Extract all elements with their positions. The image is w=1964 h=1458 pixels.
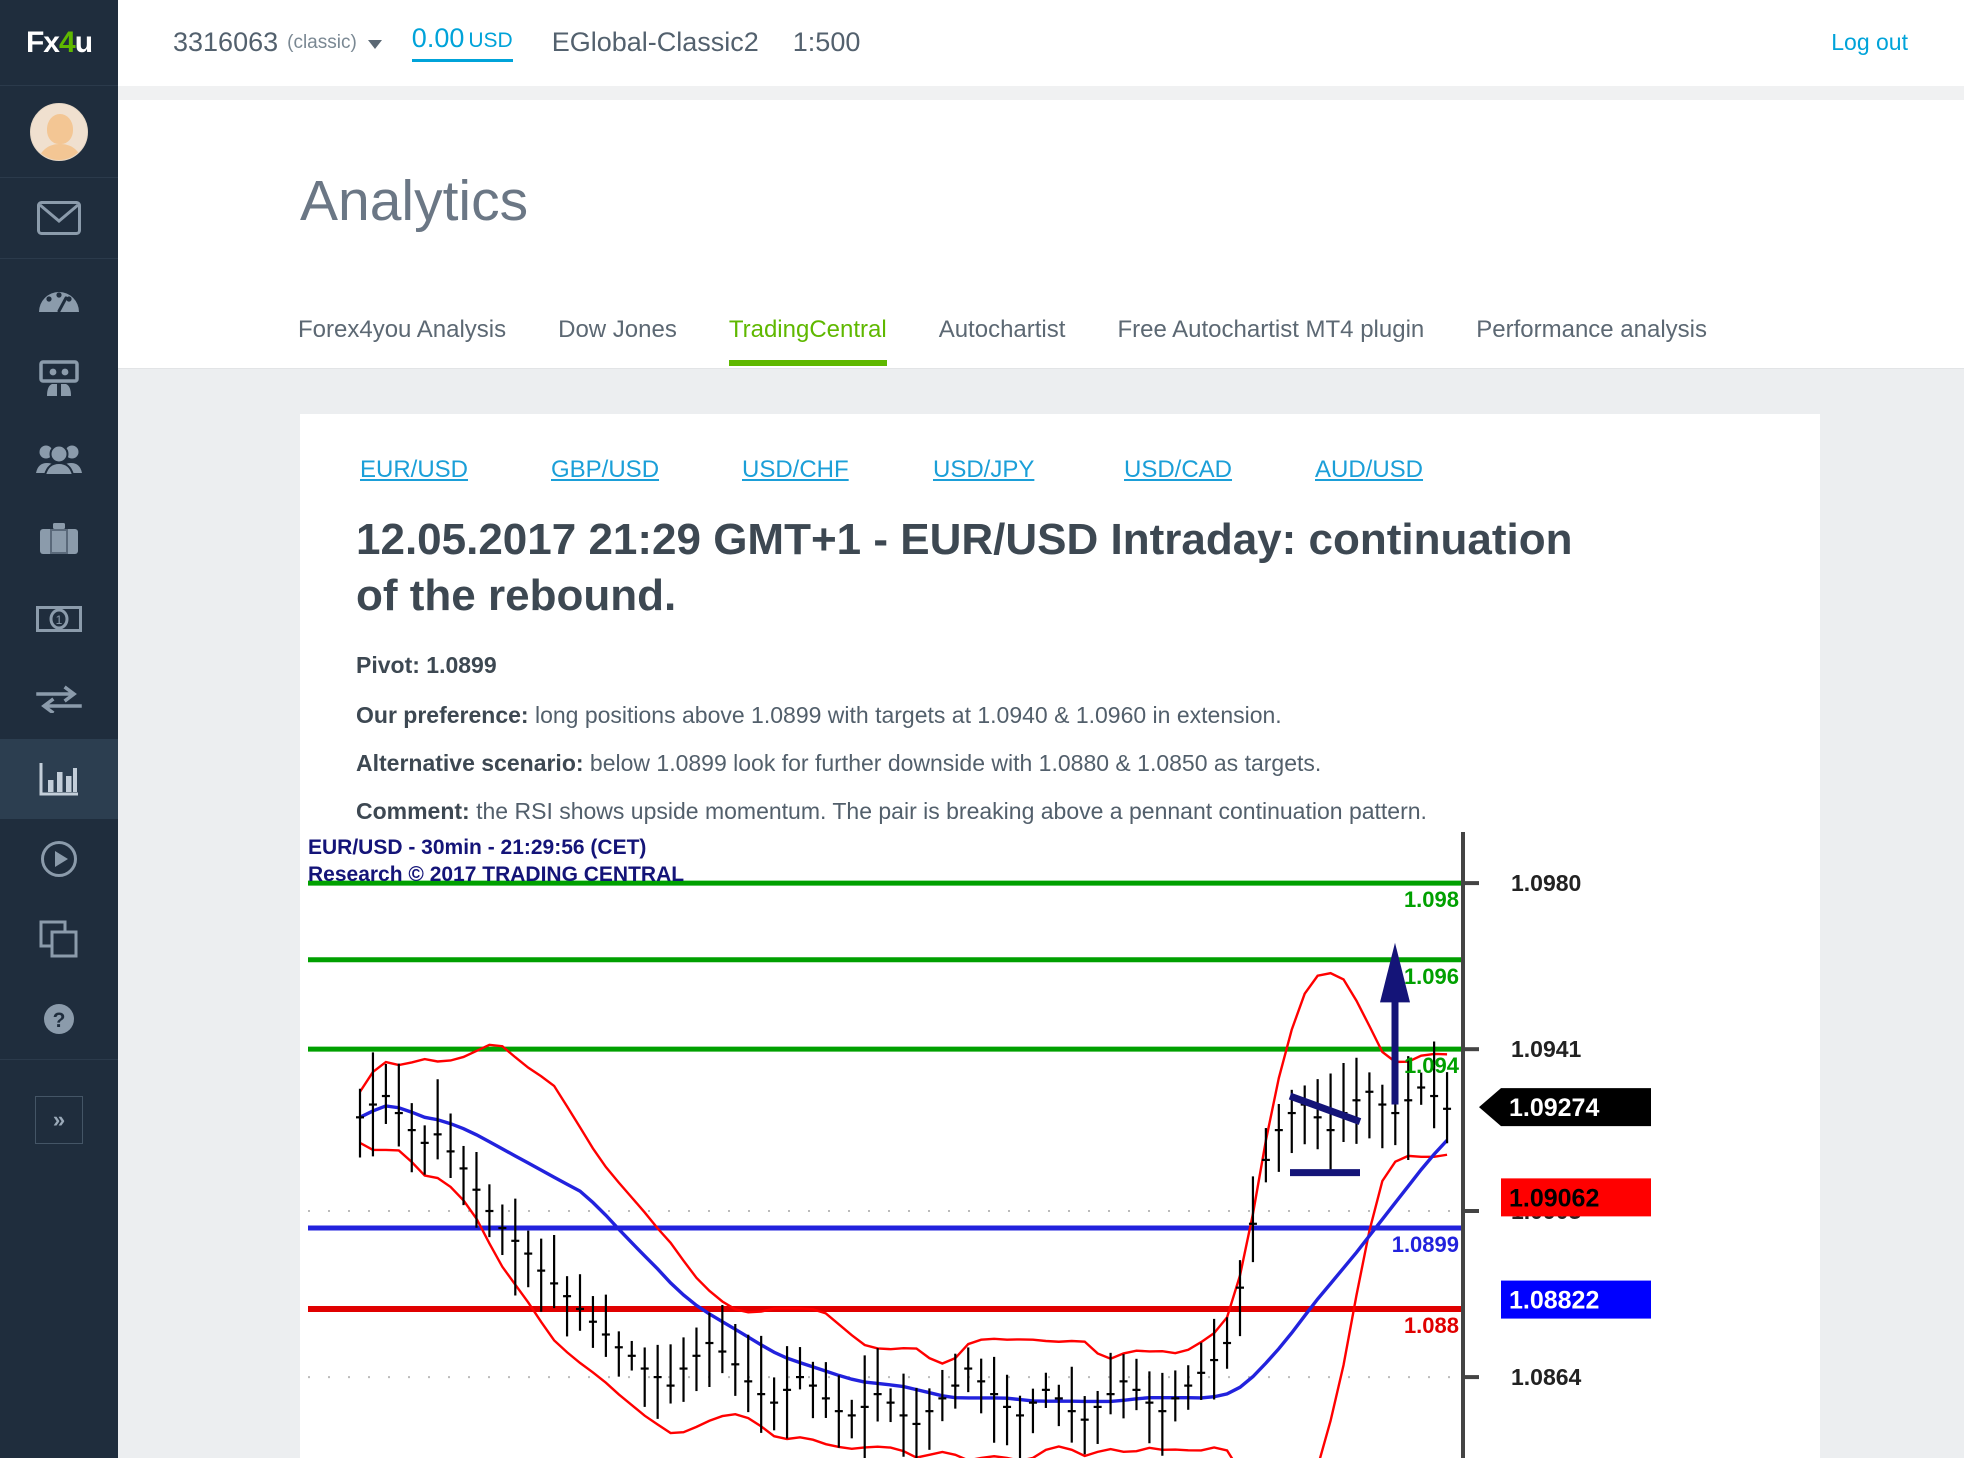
analytics-card: EUR/USD GBP/USD USD/CHF USD/JPY USD/CAD … [300, 414, 1820, 1458]
sidebar-item-dashboard[interactable] [0, 259, 118, 339]
preference-text: long positions above 1.0899 with targets… [534, 702, 1282, 728]
article-alternative: Alternative scenario: below 1.0899 look … [356, 750, 1656, 777]
svg-text:?: ? [53, 1009, 66, 1032]
sidebar-item-funds[interactable]: 1 [0, 579, 118, 659]
app-root: Fx 4 u 1 ? » 3316063 (classic) 0.00 USD … [0, 0, 1964, 1458]
sidebar-item-transfers[interactable] [0, 659, 118, 739]
svg-text:1.0941: 1.0941 [1511, 1036, 1582, 1062]
sidebar-item-presentation[interactable] [0, 339, 118, 419]
bar-chart-icon [38, 762, 80, 796]
leverage-value: 1:500 [792, 27, 861, 57]
balance-currency: USD [468, 29, 513, 52]
tab-performance-analysis[interactable]: Performance analysis [1476, 316, 1707, 366]
chart-title: EUR/USD - 30min - 21:29:56 (CET) [308, 836, 646, 859]
page-header: Analytics Forex4you Analysis Dow Jones T… [118, 100, 1964, 368]
svg-text:1.096: 1.096 [1404, 964, 1459, 989]
briefcase-icon [38, 522, 80, 556]
sidebar: Fx 4 u 1 ? » [0, 0, 118, 1458]
pair-link-gbp-usd[interactable]: GBP/USD [551, 456, 659, 483]
topbar: 3316063 (classic) 0.00 USD EGlobal-Classi… [118, 0, 1964, 86]
tab-autochartist[interactable]: Autochartist [939, 316, 1066, 366]
tradingcentral-chart: 1.098 1.096 1.094 1.0899 1.088 1.0980 1.0941 1… [300, 832, 1820, 1458]
presentation-icon [38, 360, 80, 398]
svg-text:1.098: 1.098 [1404, 887, 1459, 912]
comment-label: Comment: [356, 798, 470, 824]
brand-suffix: u [74, 25, 93, 59]
tab-free-autochartist-mt4-plugin[interactable]: Free Autochartist MT4 plugin [1117, 316, 1424, 366]
sidebar-item-messages[interactable] [0, 178, 118, 258]
sidebar-item-partners[interactable] [0, 419, 118, 499]
pair-link-aud-usd[interactable]: AUD/USD [1315, 456, 1423, 483]
chart-price-markers: 1.09274 1.09062 1.08822 [1479, 1088, 1651, 1319]
banknote-icon: 1 [36, 606, 82, 632]
article-pivot: Pivot: 1.0899 [356, 652, 1656, 679]
pair-link-usd-chf[interactable]: USD/CHF [742, 456, 849, 483]
pair-link-eur-usd[interactable]: EUR/USD [360, 456, 468, 483]
sidebar-collapse-toggle[interactable]: » [0, 1059, 118, 1179]
svg-text:1.088: 1.088 [1404, 1313, 1459, 1338]
svg-text:1: 1 [56, 613, 63, 627]
sidebar-item-help[interactable]: ? [0, 979, 118, 1059]
account-type: (classic) [287, 31, 357, 53]
svg-text:1.0864: 1.0864 [1511, 1364, 1582, 1390]
brand-accent: 4 [59, 25, 76, 59]
svg-text:1.09062: 1.09062 [1509, 1184, 1599, 1212]
svg-text:1.094: 1.094 [1404, 1053, 1460, 1078]
svg-text:1.0899: 1.0899 [1392, 1232, 1459, 1257]
account-number: 3316063 [173, 27, 279, 57]
article-headline: 12.05.2017 21:29 GMT+1 - EUR/USD Intrada… [356, 515, 1573, 621]
pivot-label: Pivot: [356, 652, 420, 678]
chart-subtitle: Research © 2017 TRADING CENTRAL [308, 863, 684, 886]
currency-pair-links: EUR/USD GBP/USD USD/CHF USD/JPY USD/CAD … [360, 456, 1760, 484]
tab-dow-jones[interactable]: Dow Jones [558, 316, 677, 366]
brand-logo[interactable]: Fx 4 u [0, 0, 118, 86]
comment-text: the RSI shows upside momentum. The pair … [476, 798, 1427, 824]
pivot-value: 1.0899 [426, 652, 497, 678]
sidebar-item-portfolio[interactable] [0, 499, 118, 579]
sidebar-item-documents[interactable] [0, 899, 118, 979]
chart-svg: 1.098 1.096 1.094 1.0899 1.088 1.0980 1.0941 1… [300, 832, 1820, 1458]
copy-icon [39, 920, 79, 958]
chevron-down-icon[interactable] [367, 40, 382, 49]
svg-text:1.08822: 1.08822 [1509, 1287, 1599, 1315]
sidebar-item-avatar[interactable] [0, 86, 118, 178]
speedometer-icon [37, 284, 81, 314]
account-balance[interactable]: 0.00 USD [411, 23, 513, 62]
question-circle-icon: ? [41, 1001, 77, 1037]
article-preference: Our preference: long positions above 1.0… [356, 702, 1656, 729]
balance-amount: 0.00 [411, 23, 465, 53]
sidebar-item-video[interactable] [0, 819, 118, 899]
brand-prefix: Fx [25, 25, 60, 59]
sidebar-item-analytics[interactable] [0, 739, 118, 819]
logout-link[interactable]: Log out [1831, 29, 1908, 56]
transfer-arrows-icon [36, 685, 82, 713]
topbar-divider [118, 86, 1964, 100]
server-name: EGlobal-Classic2 [551, 27, 759, 57]
user-avatar-icon [30, 102, 88, 161]
tab-forex4you-analysis[interactable]: Forex4you Analysis [298, 316, 506, 366]
pair-link-usd-cad[interactable]: USD/CAD [1124, 456, 1232, 483]
alternative-text: below 1.0899 look for further downside w… [589, 750, 1322, 776]
preference-label: Our preference: [356, 702, 529, 728]
chevron-double-right-icon: » [35, 1095, 83, 1144]
tab-bar: Forex4you Analysis Dow Jones TradingCent… [298, 296, 1759, 366]
play-circle-icon [40, 840, 78, 878]
people-icon [36, 443, 82, 475]
pair-link-usd-jpy[interactable]: USD/JPY [933, 456, 1034, 483]
article-comment: Comment: the RSI shows upside momentum. … [356, 798, 1656, 825]
envelope-icon [37, 201, 81, 235]
svg-text:1.0980: 1.0980 [1511, 870, 1581, 896]
account-selector[interactable]: 3316063 (classic) [173, 27, 382, 58]
page-title: Analytics [300, 169, 529, 233]
tab-tradingcentral[interactable]: TradingCentral [728, 316, 887, 366]
alternative-label: Alternative scenario: [356, 750, 584, 776]
svg-text:1.09274: 1.09274 [1509, 1094, 1599, 1122]
